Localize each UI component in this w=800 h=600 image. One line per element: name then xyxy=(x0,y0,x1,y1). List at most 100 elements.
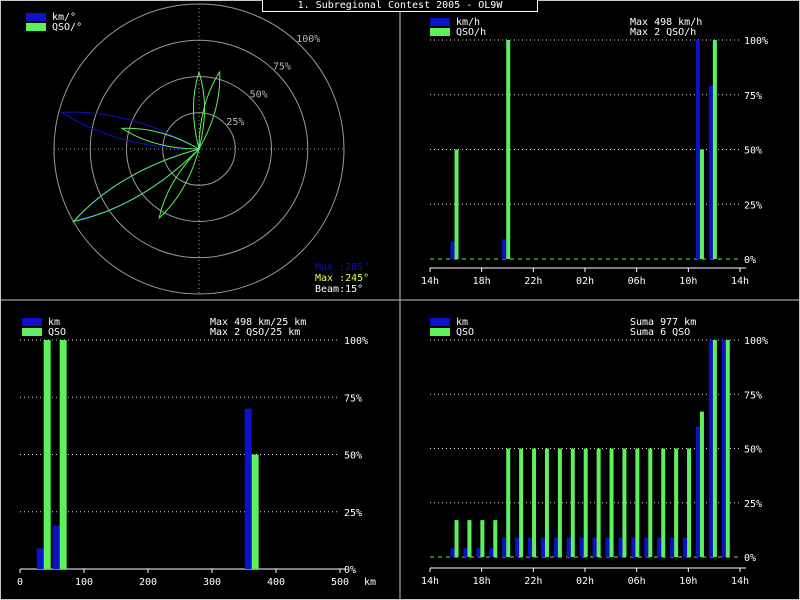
hourly-x-tick-label: 10h xyxy=(679,276,697,287)
distance-x-unit-label: km xyxy=(364,577,376,588)
hourly-y-tick-label: 50% xyxy=(744,146,762,157)
cumulative-qso-bar xyxy=(622,448,627,557)
distance-km-bar xyxy=(52,525,60,569)
cumulative-qso-bar xyxy=(725,340,730,557)
distance-y-tick-label: 100% xyxy=(344,336,368,347)
polar-qso-lobe xyxy=(120,127,201,150)
distance-y-tick-label: 25% xyxy=(344,508,362,519)
cumulative-km-bar xyxy=(476,548,481,557)
distance-x-tick-label: 500 xyxy=(331,577,349,588)
cumulative-km-bar xyxy=(489,548,494,557)
cumulative-km-bar xyxy=(566,537,571,557)
cumulative-qso-bar xyxy=(583,448,588,557)
distance-x-tick-label: 300 xyxy=(203,577,221,588)
polar-ring-label: 100% xyxy=(296,34,320,45)
cumulative-km-bar xyxy=(553,537,558,557)
cumulative-km-bar xyxy=(463,548,468,557)
cumulative-qso-bar xyxy=(506,448,511,557)
distance-x-tick-label: 200 xyxy=(139,577,157,588)
hourly-legend-label: QSO/h xyxy=(456,27,486,38)
cumulative-km-bar xyxy=(618,537,623,557)
polar-legend-swatch xyxy=(26,13,46,21)
cumulative-km-bar xyxy=(708,340,713,557)
hourly-qso-bar xyxy=(454,149,459,259)
distance-qso-bar xyxy=(59,340,67,569)
hourly-y-tick-label: 75% xyxy=(744,91,762,102)
cumulative-stat: Suma 6 QSO xyxy=(630,327,690,338)
distance-x-tick-label: 100 xyxy=(75,577,93,588)
chart-title: 1. Subregional Contest 2005 - OL9W xyxy=(262,0,538,12)
cumulative-km-bar xyxy=(631,537,636,557)
hourly-qso-bar xyxy=(699,149,704,259)
cumulative-x-tick-label: 02h xyxy=(576,576,594,587)
polar-km-lobe xyxy=(74,148,201,221)
cumulative-km-bar xyxy=(515,537,520,557)
cumulative-legend-label: QSO xyxy=(456,327,474,338)
cumulative-qso-bar xyxy=(454,520,459,557)
cumulative-qso-bar xyxy=(467,520,472,557)
cumulative-y-tick-label: 25% xyxy=(744,499,762,510)
cumulative-km-bar xyxy=(670,537,675,557)
cumulative-x-tick-label: 18h xyxy=(473,576,491,587)
cumulative-qso-bar xyxy=(493,520,498,557)
polar-legend-swatch xyxy=(26,23,46,31)
cumulative-qso-bar xyxy=(557,448,562,557)
cumulative-qso-bar xyxy=(480,520,485,557)
polar-qso-lobe xyxy=(158,147,200,220)
cumulative-y-tick-label: 50% xyxy=(744,445,762,456)
cumulative-y-tick-label: 100% xyxy=(744,336,768,347)
cumulative-km-bar xyxy=(540,537,545,557)
polar-max-km-label: Max :285° xyxy=(315,262,369,273)
distance-km-bar xyxy=(36,548,44,569)
hourly-km-bar xyxy=(708,85,713,260)
distance-x-tick-label: 0 xyxy=(17,577,23,588)
cumulative-qso-bar xyxy=(596,448,601,557)
polar-ring-label: 25% xyxy=(226,117,244,128)
hourly-y-tick-label: 100% xyxy=(744,36,768,47)
cumulative-km-bar xyxy=(683,537,688,557)
cumulative-qso-bar xyxy=(609,448,614,557)
distance-legend-label: QSO xyxy=(48,327,66,338)
cumulative-qso-bar xyxy=(635,448,640,557)
cumulative-qso-bar xyxy=(532,448,537,557)
distance-legend-swatch xyxy=(22,318,42,326)
polar-max-qso-label: Max :245° xyxy=(315,273,369,284)
cumulative-km-bar xyxy=(657,537,662,557)
cumulative-x-tick-label: 22h xyxy=(524,576,542,587)
hourly-x-tick-label: 14h xyxy=(421,276,439,287)
distance-legend-swatch xyxy=(22,328,42,336)
cumulative-km-bar xyxy=(644,537,649,557)
cumulative-km-bar xyxy=(605,537,610,557)
distance-qso-bar xyxy=(43,340,51,569)
hourly-legend-swatch xyxy=(430,18,450,26)
cumulative-km-bar xyxy=(502,537,507,557)
cumulative-x-tick-label: 14h xyxy=(421,576,439,587)
hourly-x-tick-label: 18h xyxy=(473,276,491,287)
cumulative-qso-bar xyxy=(544,448,549,557)
cumulative-km-bar xyxy=(450,548,455,557)
distance-qso-bar xyxy=(251,454,259,569)
cumulative-legend-swatch xyxy=(430,318,450,326)
distance-stat: Max 2 QSO/25 km xyxy=(210,327,300,338)
cumulative-km-bar xyxy=(721,340,726,557)
cumulative-km-bar xyxy=(695,426,700,557)
hourly-km-bar xyxy=(450,241,455,259)
distance-km-bar xyxy=(244,408,252,569)
polar-legend-label: QSO/° xyxy=(52,22,82,33)
hourly-x-tick-label: 14h xyxy=(731,276,749,287)
cumulative-x-tick-label: 14h xyxy=(731,576,749,587)
polar-km-lobe xyxy=(60,111,201,150)
hourly-y-tick-label: 25% xyxy=(744,200,762,211)
cumulative-km-bar xyxy=(528,537,533,557)
hourly-qso-bar xyxy=(506,40,511,259)
hourly-km-bar xyxy=(502,239,507,259)
cumulative-qso-bar xyxy=(712,340,717,557)
cumulative-qso-bar xyxy=(648,448,653,557)
hourly-x-tick-label: 02h xyxy=(576,276,594,287)
cumulative-x-tick-label: 10h xyxy=(679,576,697,587)
hourly-x-tick-label: 22h xyxy=(524,276,542,287)
polar-beam-label: Beam:15° xyxy=(315,284,363,295)
chart-canvas: km/°QSO/°25%50%75%100%Max :285°Max :245°… xyxy=(0,0,800,600)
hourly-qso-bar xyxy=(712,40,717,259)
distance-y-tick-label: 0% xyxy=(344,565,356,576)
